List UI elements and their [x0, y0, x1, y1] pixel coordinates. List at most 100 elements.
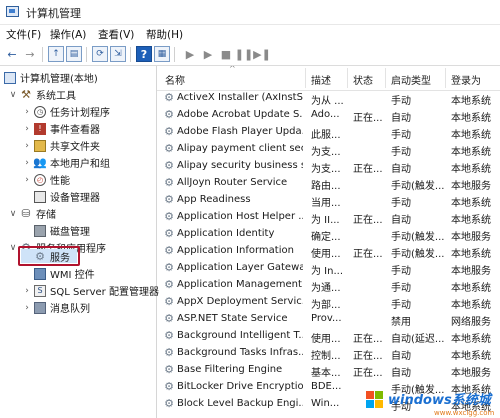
back-arrow-icon[interactable]: ←	[4, 46, 20, 62]
console-tree-icon[interactable]: ▦	[154, 46, 170, 62]
column-divider[interactable]	[385, 68, 386, 88]
tree-item-label: SQL Server 配置管理器	[50, 287, 159, 298]
tree-item-performance[interactable]: › ◴ 性能	[22, 171, 70, 188]
menu-file[interactable]: 文件(F)	[6, 27, 41, 42]
service-name: Application Information	[177, 245, 294, 256]
tree-item-disk-management[interactable]: 磁盘管理	[32, 222, 90, 239]
column-header-logon-as[interactable]: 登录为	[451, 72, 481, 87]
up-level-icon[interactable]: ↑	[48, 46, 64, 62]
tree-item-event-viewer[interactable]: › ! 事件查看器	[22, 120, 100, 137]
service-row[interactable]: ⚙ Alipay payment client sec... 为支... 手动 本地系统	[157, 141, 500, 159]
service-row[interactable]: ⚙ AppX Deployment Servic... 为部... 手动 本地系统	[157, 294, 500, 312]
service-description: Win...	[311, 398, 340, 409]
service-startup-type: 手动	[391, 96, 411, 107]
service-logon-as: 本地服务	[451, 266, 491, 277]
users-icon: 👥	[33, 156, 47, 169]
expand-chevron-icon[interactable]: ∨	[8, 90, 18, 100]
service-gear-icon: ⚙	[164, 346, 174, 359]
console-tree-pane: 计算机管理(本地) ∨ ⚒ 系统工具 › ◷ 任务计划程序 › ! 事件查看器 …	[0, 66, 157, 418]
service-startup-type: 手动(触发...	[391, 181, 445, 192]
service-row[interactable]: ⚙ App Readiness 当用... 手动 本地系统	[157, 192, 500, 210]
service-gear-icon: ⚙	[164, 193, 174, 206]
computer-management-icon	[6, 6, 19, 17]
service-logon-as: 本地系统	[451, 96, 491, 107]
column-header-status[interactable]: 状态	[353, 72, 373, 87]
collapse-chevron-icon[interactable]: ›	[22, 158, 32, 168]
menu-action[interactable]: 操作(A)	[50, 27, 86, 42]
service-row[interactable]: ⚙ Application Identity 确定... 手动(触发... 本地服务	[157, 226, 500, 244]
service-startup-type: 自动	[391, 113, 411, 124]
tree-item-storage[interactable]: ∨ ⛁ 存储	[8, 205, 56, 222]
service-name: Adobe Flash Player Upda...	[177, 126, 303, 137]
service-gear-icon: ⚙	[164, 329, 174, 342]
service-gear-icon: ⚙	[164, 176, 174, 189]
tree-item-wmi[interactable]: WMI 控件	[32, 265, 95, 282]
tree-item-local-users[interactable]: › 👥 本地用户和组	[22, 154, 110, 171]
collapse-chevron-icon[interactable]: ›	[22, 286, 32, 296]
column-divider[interactable]	[445, 68, 446, 88]
service-status: 正在...	[353, 215, 383, 226]
service-row[interactable]: ⚙ Alipay security business s... 为支... 正在...…	[157, 158, 500, 176]
service-row[interactable]: ⚙ Application Host Helper ... 为 II... 正在...…	[157, 209, 500, 227]
start-service-alt-icon[interactable]: ▶	[200, 46, 216, 62]
tree-item-task-scheduler[interactable]: › ◷ 任务计划程序	[22, 103, 110, 120]
service-row[interactable]: ⚙ Base Filtering Engine 基本... 正在... 自动 本地服务	[157, 362, 500, 380]
tree-item-root[interactable]: 计算机管理(本地)	[2, 69, 98, 86]
menu-view[interactable]: 查看(V)	[98, 27, 134, 42]
column-divider[interactable]	[305, 68, 306, 88]
service-description: 为 II...	[311, 215, 340, 226]
expand-chevron-icon[interactable]: ∨	[8, 209, 18, 219]
tree-item-sql[interactable]: › S SQL Server 配置管理器	[22, 282, 159, 299]
service-status: 正在...	[353, 334, 383, 345]
service-row[interactable]: ⚙ ASP.NET State Service Prov... 禁用 网络服务	[157, 311, 500, 329]
column-header-name[interactable]: 名称	[165, 72, 185, 87]
service-row[interactable]: ⚙ Background Intelligent T... 使用... 正在... 自动…	[157, 328, 500, 346]
tree-item-shared-folders[interactable]: › 共享文件夹	[22, 137, 100, 154]
service-row[interactable]: ⚙ Application Information 使用... 正在... 手动(触发.…	[157, 243, 500, 261]
service-row[interactable]: ⚙ Adobe Flash Player Upda... 此服... 手动 本地系统	[157, 124, 500, 142]
watermark-brand: windows系统城	[388, 393, 491, 408]
stop-service-icon[interactable]: ■	[218, 46, 234, 62]
collapse-chevron-icon[interactable]: ›	[22, 303, 32, 313]
service-logon-as: 本地系统	[451, 198, 491, 209]
refresh-icon[interactable]: ⟳	[92, 46, 108, 62]
tree-item-system-tools[interactable]: ∨ ⚒ 系统工具	[8, 86, 76, 103]
collapse-chevron-icon[interactable]: ›	[22, 107, 32, 117]
service-row[interactable]: ⚙ Application Layer Gatewa... 为 In... 手动 本地服…	[157, 260, 500, 278]
service-status: 正在...	[353, 249, 383, 260]
service-name: Application Management	[177, 279, 302, 290]
collapse-chevron-icon[interactable]: ›	[22, 141, 32, 151]
service-row[interactable]: ⚙ Application Management 为通... 手动 本地系统	[157, 277, 500, 295]
tree-item-device-manager[interactable]: 设备管理器	[32, 188, 100, 205]
device-manager-icon	[34, 190, 46, 203]
service-startup-type: 自动	[391, 368, 411, 379]
export-list-icon[interactable]: ⇲	[110, 46, 126, 62]
pause-service-icon[interactable]: ❚❚	[235, 46, 253, 62]
title-bar: 计算机管理	[0, 0, 500, 25]
menu-help[interactable]: 帮助(H)	[146, 27, 183, 42]
service-row[interactable]: ⚙ ActiveX Installer (AxInstSV) 为从 ... 手动 本地系…	[157, 90, 500, 108]
column-header-startup-type[interactable]: 启动类型	[391, 72, 431, 87]
windows-logo-icon	[366, 391, 384, 409]
tree-item-services[interactable]: ⚙ 服务	[32, 248, 70, 265]
tree-item-message-queue[interactable]: › 消息队列	[22, 299, 90, 316]
column-divider[interactable]	[347, 68, 348, 88]
restart-service-icon[interactable]: ▶❚	[253, 46, 271, 62]
expand-chevron-icon[interactable]: ∨	[8, 243, 18, 253]
toolbar-separator	[130, 47, 131, 62]
service-row[interactable]: ⚙ Adobe Acrobat Update S... Ado... 正在... 自动 本…	[157, 107, 500, 125]
column-header-description[interactable]: 描述	[311, 72, 331, 87]
service-gear-icon: ⚙	[164, 159, 174, 172]
tree-item-label: 事件查看器	[50, 125, 100, 136]
help-icon[interactable]: ?	[136, 46, 152, 62]
service-gear-icon: ⚙	[164, 363, 174, 376]
start-service-icon[interactable]: ▶	[182, 46, 198, 62]
service-logon-as: 本地服务	[451, 181, 491, 192]
collapse-chevron-icon[interactable]: ›	[22, 175, 32, 185]
collapse-chevron-icon[interactable]: ›	[22, 124, 32, 134]
forward-arrow-icon[interactable]: →	[22, 46, 38, 62]
service-row[interactable]: ⚙ AllJoyn Router Service 路由... 手动(触发... 本地服务	[157, 175, 500, 193]
show-hide-tree-icon[interactable]: ▤	[66, 46, 82, 62]
service-row[interactable]: ⚙ Background Tasks Infras... 控制... 正在... 自动 本…	[157, 345, 500, 363]
service-gear-icon: ⚙	[164, 295, 174, 308]
